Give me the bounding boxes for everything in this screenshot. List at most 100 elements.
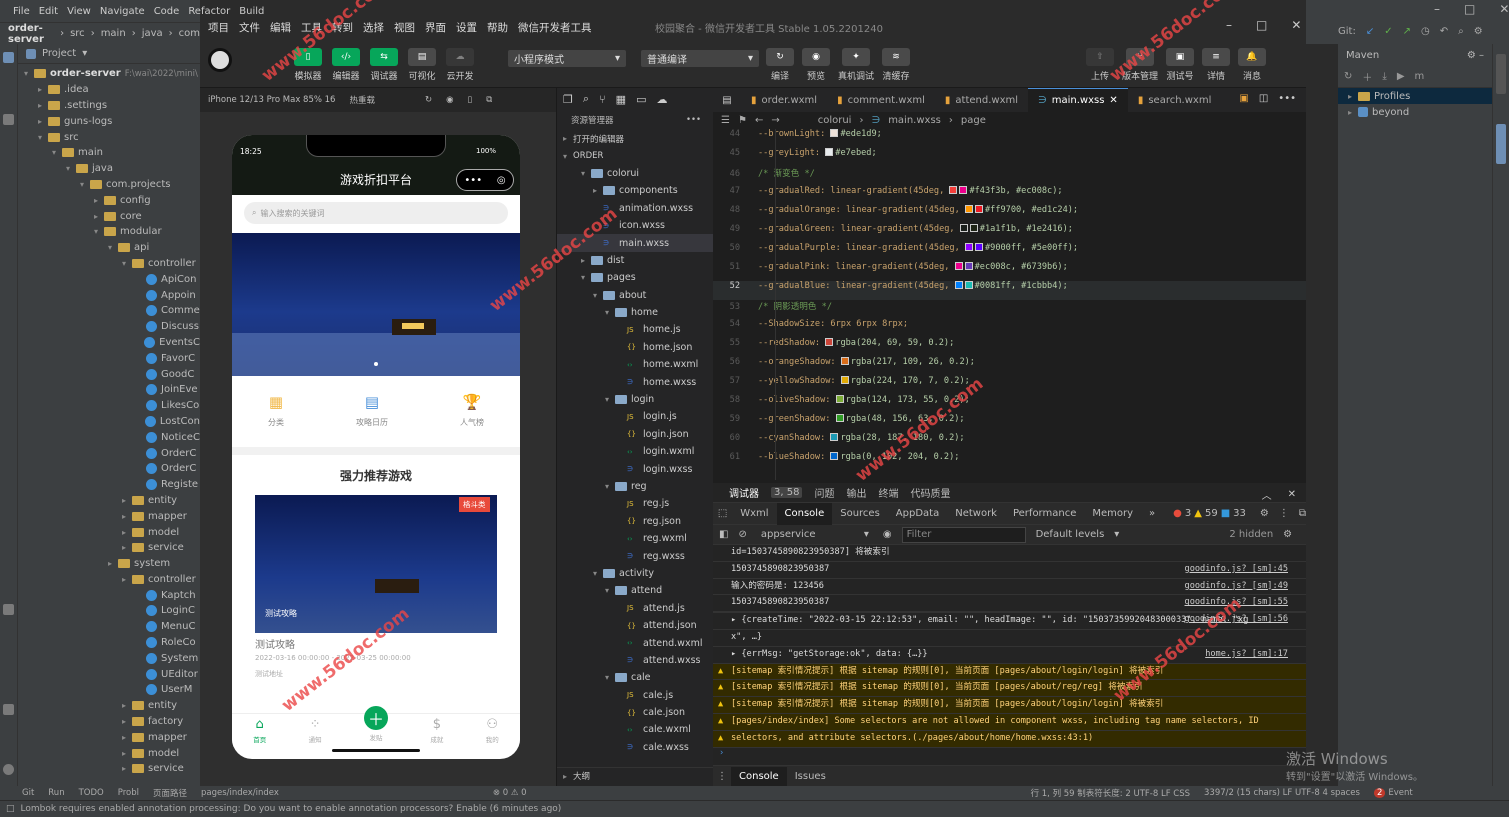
project-tree-item[interactable]: ▸ model: [18, 745, 200, 761]
git-commit-icon[interactable]: ✓: [1384, 26, 1392, 37]
debug-panel-tab[interactable]: 调试器: [729, 485, 759, 500]
explorer-item[interactable]: ∋ login.wxss: [557, 460, 713, 477]
undock-icon[interactable]: ⧉: [1299, 508, 1306, 519]
rollback-icon[interactable]: ↶: [1440, 26, 1448, 37]
gear-icon[interactable]: ⚙: [1474, 26, 1483, 37]
expand-arrow-icon[interactable]: ▸: [120, 701, 128, 710]
expand-arrow-icon[interactable]: ▾: [22, 69, 30, 78]
expand-arrow-icon[interactable]: ▸: [120, 543, 128, 552]
expand-arrow-icon[interactable]: ▾: [120, 259, 128, 268]
more-icon[interactable]: ⋮: [1279, 508, 1289, 519]
project-tree-item[interactable]: ▸ .idea: [18, 82, 200, 98]
back-icon[interactable]: ←: [755, 115, 763, 126]
code-editor[interactable]: 44 --brownLight: #ede1d9; 45 --greyLight: #…: [713, 129, 1306, 480]
add-icon[interactable]: ＋: [1362, 69, 1372, 84]
project-tree-item[interactable]: LostCon: [18, 414, 200, 430]
project-tree-item[interactable]: ▾ com.projects: [18, 177, 200, 193]
debug-panel-tab[interactable]: 输出: [846, 485, 866, 500]
explorer-item[interactable]: JS login.js: [557, 408, 713, 425]
history-icon[interactable]: ◷: [1421, 26, 1430, 37]
project-tree-item[interactable]: ▾ controller: [18, 256, 200, 272]
wx-menu-item[interactable]: 文件: [239, 20, 260, 35]
debug-panel-tab[interactable]: 终端: [878, 485, 898, 500]
path-segment[interactable]: src: [70, 28, 85, 39]
project-tree-item[interactable]: UserM: [18, 682, 200, 698]
gear-icon[interactable]: ⚙: [1283, 529, 1292, 540]
expand-arrow-icon[interactable]: ▸: [120, 717, 128, 726]
editor-tab[interactable]: ∋ main.wxss ✕: [1028, 88, 1128, 112]
expand-arrow-icon[interactable]: ▸: [106, 559, 114, 568]
project-tool-icon[interactable]: [3, 52, 14, 63]
git-push-icon[interactable]: ↗: [1403, 26, 1411, 37]
explorer-item[interactable]: ‹› reg.wxml: [557, 530, 713, 547]
wx-menu-item[interactable]: 帮助: [487, 20, 508, 35]
color-swatch[interactable]: [954, 262, 963, 270]
explorer-item[interactable]: {} cale.json: [557, 704, 713, 721]
project-tree-item[interactable]: ▸ guns-logs: [18, 113, 200, 129]
drawer-tab-console[interactable]: Console: [731, 767, 787, 786]
project-tree-item[interactable]: EventsC: [18, 335, 200, 351]
game-card[interactable]: 格斗类 测试攻略: [255, 495, 497, 633]
extensions-icon[interactable]: ▦: [616, 93, 626, 106]
avatar[interactable]: [208, 48, 232, 72]
sim-path-label[interactable]: 页面路径: [153, 787, 187, 799]
expand-arrow-icon[interactable]: ▾: [603, 586, 611, 595]
tabbar-item[interactable]: ＋ 发贴: [363, 705, 388, 742]
bottom-tab-problems[interactable]: Probl: [118, 788, 139, 798]
debug-panel-tab[interactable]: 问题: [814, 485, 834, 500]
explorer-item[interactable]: ‹› login.wxml: [557, 443, 713, 460]
rotate-icon[interactable]: ↻: [425, 95, 432, 105]
run-icon[interactable]: ▶: [1397, 71, 1405, 82]
explorer-item[interactable]: {} home.json: [557, 339, 713, 356]
search-icon[interactable]: ⌕: [1458, 26, 1464, 37]
database-tool-tab[interactable]: [1496, 54, 1506, 94]
project-tree-item[interactable]: ▸ config: [18, 192, 200, 208]
wx-problem-counts[interactable]: ⊗ 0 ⚠ 0: [493, 788, 527, 798]
expand-arrow-icon[interactable]: ▾: [603, 308, 611, 317]
menu-item[interactable]: Edit: [39, 6, 58, 17]
color-swatch[interactable]: [969, 224, 978, 232]
more-tabs-icon[interactable]: »: [1141, 508, 1163, 519]
more-icon[interactable]: •••: [686, 115, 701, 125]
reload-icon[interactable]: ↻: [1344, 71, 1352, 82]
eye-icon[interactable]: ◉: [883, 529, 892, 540]
minimize-icon[interactable]: –: [1226, 18, 1232, 32]
project-tree-item[interactable]: ▸ system: [18, 556, 200, 572]
toolbar-button[interactable]: ✦ 真机调试: [838, 48, 874, 82]
color-swatch[interactable]: [964, 205, 973, 213]
color-swatch[interactable]: [964, 243, 973, 251]
expand-arrow-icon[interactable]: ▾: [92, 227, 100, 236]
toolbar-button[interactable]: ▤ 可视化: [408, 48, 436, 82]
context-select[interactable]: appservice ▾: [757, 529, 873, 540]
tabbar-item[interactable]: ⁘ 通知: [309, 717, 322, 744]
path-segment[interactable]: main: [101, 28, 126, 39]
toolbar-button[interactable]: ≋ 清缓存: [882, 48, 911, 82]
explorer-item[interactable]: JS attend.js: [557, 600, 713, 617]
editor-tab[interactable]: ▮ search.wxml: [1128, 88, 1222, 112]
color-swatch[interactable]: [964, 262, 973, 270]
project-tree-item[interactable]: ▸ service: [18, 761, 200, 777]
project-tree-item[interactable]: ▾ api: [18, 240, 200, 256]
editor-tab[interactable]: ▮ comment.wxml: [827, 88, 935, 112]
wx-menu-item[interactable]: 设置: [456, 20, 477, 35]
maven-item-profiles[interactable]: ▸ Profiles: [1338, 88, 1492, 104]
toolbar-button[interactable]: ‹/› 编辑器: [332, 48, 360, 82]
console-source-link[interactable]: goodinfo.js? [sm]:45: [1185, 562, 1288, 578]
expand-arrow-icon[interactable]: ▾: [591, 291, 599, 300]
explorer-item[interactable]: {} reg.json: [557, 513, 713, 530]
devtools-tab[interactable]: Sources: [832, 503, 888, 525]
expand-arrow-icon[interactable]: ▾: [603, 482, 611, 491]
maven-goal-icon[interactable]: m: [1415, 71, 1425, 82]
wx-menu-item[interactable]: 微信开发者工具: [518, 20, 592, 35]
more-icon[interactable]: •••: [1278, 93, 1296, 104]
filter-input[interactable]: Filter: [901, 526, 1026, 543]
explorer-item[interactable]: ▾ login: [557, 391, 713, 408]
tabbar-item[interactable]: ⚇ 我的: [486, 717, 499, 744]
expand-arrow-icon[interactable]: ▾: [36, 133, 44, 142]
git-branch-icon[interactable]: ⑂: [599, 93, 606, 106]
explorer-item[interactable]: JS home.js: [557, 321, 713, 338]
menu-item[interactable]: File: [13, 6, 30, 17]
explorer-item[interactable]: ∋ reg.wxss: [557, 547, 713, 564]
color-swatch[interactable]: [825, 148, 834, 156]
explorer-item[interactable]: ▾ pages: [557, 269, 713, 286]
